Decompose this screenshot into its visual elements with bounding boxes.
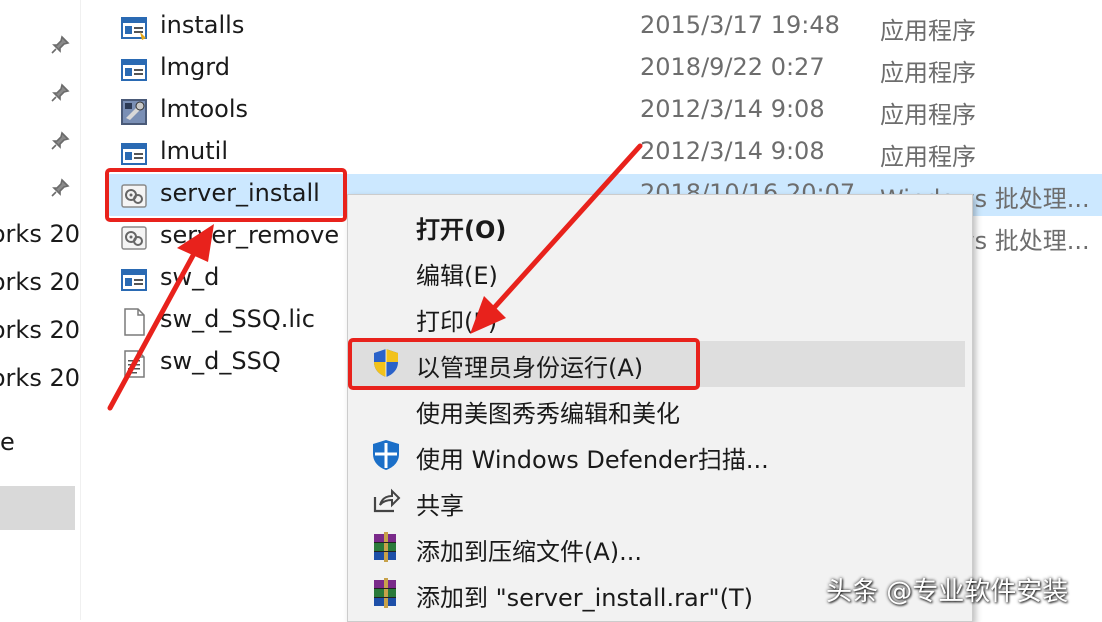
annotation-arrow-right: [490, 143, 643, 312]
annotation-arrow-left: [107, 247, 199, 411]
watermark: 头条 @专业软件安装: [826, 577, 1069, 607]
annotation-arrows: [107, 143, 643, 411]
annotation-arrowhead-left: [177, 224, 214, 262]
